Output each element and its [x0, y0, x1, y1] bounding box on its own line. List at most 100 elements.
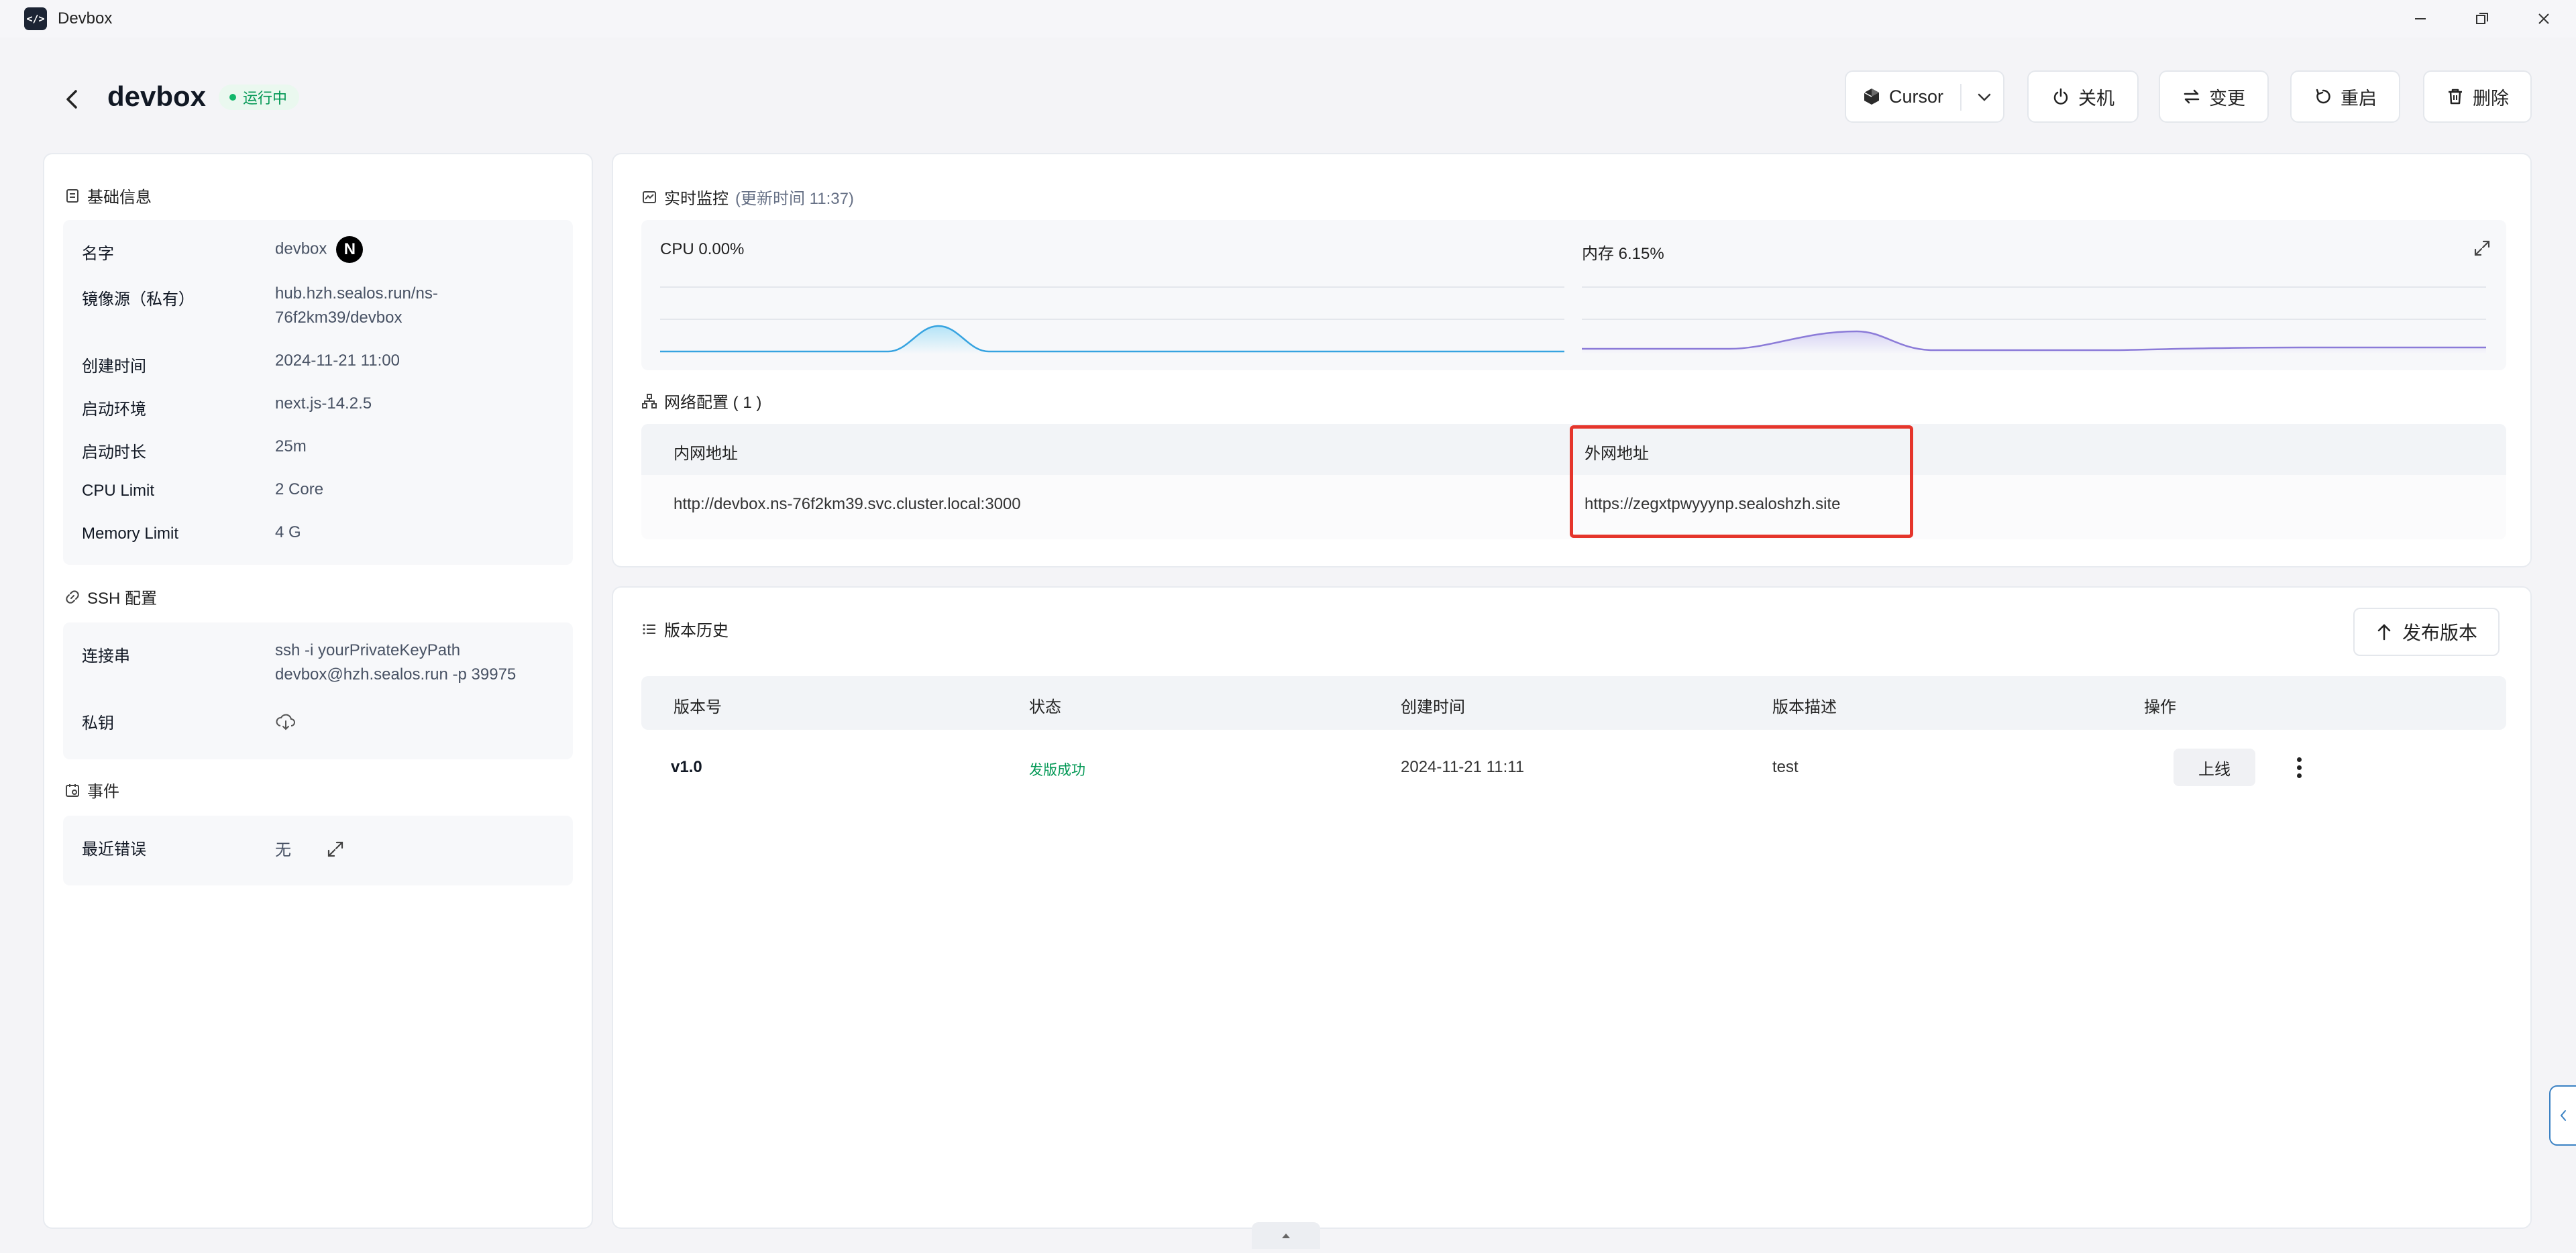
download-key-button[interactable] — [275, 712, 297, 734]
power-icon — [2053, 88, 2068, 105]
more-options-icon[interactable] — [2289, 749, 2309, 786]
name-label: 名字 — [82, 245, 114, 263]
monitor-heading: 实时监控 (更新时间 11:37) — [641, 185, 854, 209]
nextjs-logo-icon: N — [336, 236, 364, 263]
status-badge: 运行中 — [219, 85, 300, 110]
monitor-chart-icon — [643, 190, 656, 203]
column-header: 创建时间 — [1401, 698, 1465, 716]
runtime-label: 启动环境 — [82, 400, 146, 419]
cursor-logo-icon — [1864, 89, 1879, 105]
minimize-button[interactable] — [2407, 5, 2434, 32]
ssh-box: 连接串 ssh -i yourPrivateKeyPath devbox@hzh… — [63, 622, 573, 759]
window-titlebar: </> Devbox — [0, 0, 2576, 38]
version-created: 2024-11-21 11:11 — [1401, 758, 1525, 776]
network-heading: 网络配置 ( 1 ) — [641, 389, 761, 413]
highlight-box — [1570, 425, 1913, 538]
link-icon — [66, 590, 79, 604]
cpu-area — [660, 326, 1564, 354]
close-window-button[interactable] — [2530, 5, 2557, 32]
restart-icon — [2316, 89, 2330, 104]
ide-label: Cursor — [1889, 86, 1944, 107]
close-icon — [2538, 13, 2549, 24]
version-status: 发版成功 — [1029, 763, 1085, 778]
status-text: 运行中 — [243, 90, 288, 107]
expand-monitor-button[interactable] — [2473, 239, 2491, 261]
go-online-button[interactable]: 上线 — [2174, 749, 2255, 786]
table-row: v1.0 发版成功 2024-11-21 11:11 test 上线 — [641, 730, 2506, 808]
restore-icon — [2476, 13, 2488, 24]
delete-label: 删除 — [2473, 88, 2509, 109]
image-value: hub.hzh.sealos.run/ns- 76f2km39/devbox — [275, 284, 438, 327]
memory-chart — [1582, 286, 2486, 354]
image-label: 镜像源（私有） — [82, 290, 195, 309]
column-header: 版本描述 — [1772, 698, 1837, 716]
app-icon: </> — [24, 7, 47, 30]
cpu-limit-label: CPU Limit — [82, 482, 155, 500]
column-header: 内网地址 — [674, 445, 738, 463]
internal-address[interactable]: http://devbox.ns-76f2km39.svc.cluster.lo… — [674, 495, 1021, 514]
version-number: v1.0 — [671, 758, 702, 776]
memory-line — [1582, 330, 2486, 351]
document-icon — [66, 188, 78, 203]
versions-heading: 版本历史 — [641, 617, 729, 641]
expand-events-button[interactable] — [326, 840, 345, 862]
recent-error-label: 最近错误 — [82, 840, 146, 859]
monitor-box: CPU 0.00% 内存 6.15% — [641, 220, 2506, 370]
ide-dropdown-toggle[interactable] — [1971, 85, 1998, 109]
monitor-updated: (更新时间 11:37) — [735, 190, 854, 208]
memory-label: 内存 6.15% — [1582, 245, 1664, 263]
list-icon — [643, 624, 655, 634]
basic-info-box: 名字 devbox N 镜像源（私有） hub.hzh.sealos.run/ns… — [63, 220, 573, 565]
chevron-left-icon — [2560, 1110, 2566, 1121]
table-header: 版本号 状态 创建时间 版本描述 操作 — [641, 676, 2506, 730]
restore-button[interactable] — [2469, 5, 2496, 32]
side-drawer-toggle[interactable] — [2549, 1085, 2576, 1146]
created-label: 创建时间 — [82, 358, 146, 376]
connection-value[interactable]: ssh -i yourPrivateKeyPath devbox@hzh.sea… — [275, 639, 516, 687]
arrow-up-icon — [2377, 624, 2391, 641]
page-title: devbox — [107, 80, 207, 112]
ide-selector[interactable]: Cursor — [1845, 70, 2004, 123]
publish-version-button[interactable]: 发布版本 — [2353, 608, 2500, 656]
events-heading: 事件 — [64, 778, 119, 802]
window-title: Devbox — [58, 9, 113, 28]
cpu-label: CPU 0.00% — [660, 240, 745, 258]
uptime-value: 25m — [275, 437, 307, 455]
cpu-limit-value: 2 Core — [275, 480, 324, 498]
swap-icon — [2184, 89, 2200, 104]
calendar-icon — [66, 783, 79, 797]
shutdown-button[interactable]: 关机 — [2027, 70, 2139, 123]
connection-label: 连接串 — [82, 647, 130, 665]
change-button[interactable]: 变更 — [2159, 70, 2269, 123]
delete-button[interactable]: 删除 — [2423, 70, 2532, 123]
uptime-label: 启动时长 — [82, 443, 146, 461]
private-key-label: 私钥 — [82, 714, 114, 732]
column-header: 操作 — [2144, 698, 2176, 716]
chevron-down-icon — [1978, 93, 1991, 101]
chevron-left-icon — [66, 90, 77, 109]
version-panel: 版本历史 发布版本 版本号 状态 创建时间 版本描述 操作 v1.0 发版成功 … — [612, 586, 2532, 1229]
column-header: 版本号 — [674, 698, 722, 716]
cpu-chart — [660, 286, 1564, 354]
caret-up-icon — [1282, 1234, 1290, 1238]
name-value: devbox N — [275, 236, 364, 263]
network-icon — [642, 393, 657, 408]
cpu-line — [660, 325, 1564, 353]
bottom-drawer-toggle[interactable] — [1252, 1222, 1320, 1249]
recent-error-value: 无 — [275, 841, 291, 859]
expand-icon — [2474, 240, 2490, 256]
cloud-download-icon — [276, 714, 295, 730]
column-header: 状态 — [1029, 698, 1061, 716]
basic-info-heading: 基础信息 — [64, 184, 152, 207]
restart-button[interactable]: 重启 — [2290, 70, 2400, 123]
created-value: 2024-11-21 11:00 — [275, 351, 400, 370]
shutdown-label: 关机 — [2078, 88, 2114, 109]
expand-icon — [327, 841, 343, 857]
change-label: 变更 — [2209, 88, 2245, 109]
memory-limit-label: Memory Limit — [82, 525, 179, 543]
runtime-value: next.js-14.2.5 — [275, 394, 372, 413]
events-box: 最近错误 无 — [63, 816, 573, 885]
memory-limit-value: 4 G — [275, 523, 301, 541]
status-dot — [229, 94, 236, 101]
back-button[interactable] — [60, 86, 83, 113]
